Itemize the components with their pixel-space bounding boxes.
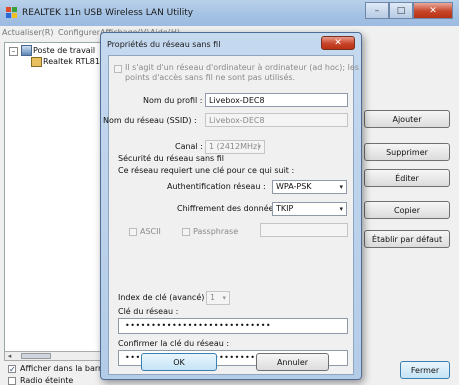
passphrase-label: Passphrase	[193, 227, 239, 236]
adhoc-checkbox[interactable]	[114, 65, 122, 73]
menu-configure[interactable]: Configurer	[58, 28, 100, 37]
remove-button[interactable]: Supprimer	[364, 143, 450, 161]
auth-value: WPA-PSK	[276, 182, 312, 191]
scroll-thumb[interactable]	[21, 353, 51, 359]
key-required-label: Ce réseau requiert une clé pour ce qui s…	[118, 166, 295, 175]
dialog-body: Il s'agit d'un réseau d'ordinateur à ord…	[103, 55, 359, 375]
profile-name-label: Nom du profil :	[143, 96, 203, 105]
scroll-left-arrow-icon[interactable]: ◂	[5, 352, 14, 360]
dialog-title: Propriétés du réseau sans fil	[107, 40, 221, 49]
channel-select[interactable]: 1 (2412MHz) ▾	[205, 140, 265, 154]
edit-button[interactable]: Éditer	[364, 169, 450, 187]
adhoc-label-line1: Il s'agit d'un réseau d'ordinateur à ord…	[125, 63, 359, 72]
key-index-select[interactable]: 1 ▾	[206, 291, 230, 305]
adhoc-label-line2: points d'accès sans fil ne sont pas util…	[125, 73, 296, 82]
computer-icon	[21, 45, 32, 56]
ssid-label: Nom du réseau (SSID) :	[103, 116, 197, 125]
menu-refresh[interactable]: Actualiser(R)	[2, 28, 53, 37]
chevron-down-icon: ▾	[339, 183, 343, 191]
show-in-bar-label: Afficher dans la barre	[20, 364, 107, 373]
fermer-button[interactable]: Fermer	[400, 361, 450, 379]
encryption-label: Chiffrement des données :	[177, 204, 283, 213]
channel-label: Canal :	[175, 142, 203, 151]
ascii-label: ASCII	[140, 227, 161, 236]
network-key-label: Clé du réseau :	[118, 307, 179, 316]
add-button[interactable]: Ajouter	[364, 110, 450, 128]
chevron-down-icon: ▾	[339, 205, 343, 213]
profile-name-input[interactable]: Livebox-DEC8	[205, 93, 348, 107]
key-index-value: 1	[210, 293, 216, 302]
auth-label: Authentification réseau :	[167, 182, 266, 191]
passphrase-input[interactable]	[260, 223, 348, 237]
minimize-button[interactable]: –	[365, 2, 389, 19]
title-bar: REALTEK 11n USB Wireless LAN Utility – □…	[0, 0, 459, 27]
show-in-bar-checkbox[interactable]: ✓	[8, 365, 16, 374]
ascii-checkbox[interactable]	[129, 228, 137, 236]
auth-select[interactable]: WPA-PSK ▾	[272, 180, 347, 194]
confirm-key-label: Confirmer la clé du réseau :	[118, 339, 230, 348]
tree-item-my-computer[interactable]: Poste de travail	[33, 46, 95, 55]
network-key-input[interactable]: ••••••••••••••••••••••••••••	[118, 318, 348, 334]
ssid-input[interactable]: Livebox-DEC8	[205, 113, 348, 127]
cancel-button[interactable]: Annuler	[256, 353, 329, 371]
tree-horizontal-scrollbar[interactable]: ◂ ▸	[4, 351, 108, 361]
passphrase-checkbox[interactable]	[182, 228, 190, 236]
chevron-down-icon: ▾	[257, 143, 261, 151]
chevron-down-icon: ▾	[222, 294, 226, 302]
radio-off-label: Radio éteinte	[20, 376, 74, 385]
dialog-close-button[interactable]: ✕	[321, 36, 355, 50]
network-adapter-icon	[31, 57, 42, 67]
network-properties-dialog: Propriétés du réseau sans fil ✕ Il s'agi…	[100, 32, 362, 380]
close-window-button[interactable]: ✕	[413, 2, 453, 19]
copy-button[interactable]: Copier	[364, 201, 450, 219]
encryption-select[interactable]: TKIP ▾	[272, 202, 347, 216]
app-icon	[6, 7, 17, 18]
radio-off-checkbox[interactable]	[8, 377, 16, 385]
set-default-button[interactable]: Établir par défaut	[364, 230, 450, 248]
tree-collapse-toggle[interactable]: –	[9, 47, 18, 56]
channel-value: 1 (2412MHz)	[209, 142, 261, 151]
ok-button[interactable]: OK	[141, 353, 217, 371]
security-heading: Sécurité du réseau sans fil	[118, 154, 225, 163]
window-title: REALTEK 11n USB Wireless LAN Utility	[22, 8, 194, 18]
device-tree[interactable]: – Poste de travail Realtek RTL8191	[4, 42, 110, 354]
key-index-label: Index de clé (avancé) :	[118, 293, 210, 302]
encryption-value: TKIP	[276, 204, 294, 213]
maximize-button[interactable]: □	[389, 2, 413, 19]
